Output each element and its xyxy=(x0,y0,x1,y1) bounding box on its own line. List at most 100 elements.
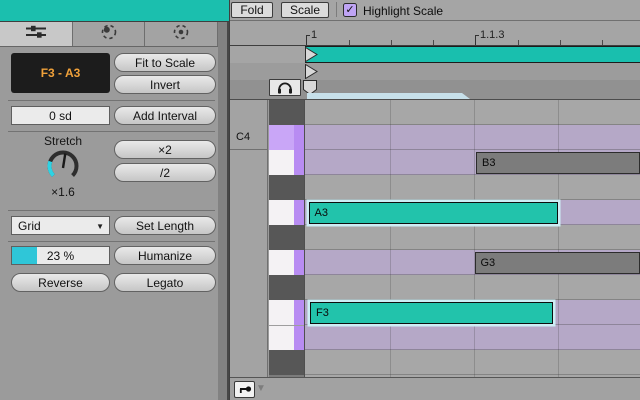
marker-lane[interactable] xyxy=(230,63,640,80)
pitch-range-display[interactable]: F3 - A3 xyxy=(11,53,110,93)
key-track-toggle-button[interactable] xyxy=(234,381,255,398)
ruler-tick-major xyxy=(475,35,479,45)
set-length-button[interactable]: Set Length xyxy=(114,216,216,235)
stretch-x2-button[interactable]: ×2 xyxy=(114,140,216,159)
grid-line xyxy=(474,100,475,377)
row-dsharp3[interactable] xyxy=(305,350,640,375)
humanize-amount-slider[interactable]: 23 % xyxy=(11,246,110,265)
stretch-div2-button[interactable]: /2 xyxy=(114,163,216,182)
key-e3[interactable] xyxy=(269,325,304,350)
midi-note-b3[interactable]: B3 xyxy=(476,152,640,174)
headphone-icon xyxy=(277,81,293,94)
key-icon xyxy=(238,384,252,395)
preview-headphone-button[interactable] xyxy=(269,79,301,96)
grid-dropdown[interactable]: Grid ▼ xyxy=(11,216,110,235)
key-dsharp3[interactable] xyxy=(269,350,304,375)
grid-dropdown-value: Grid xyxy=(18,219,41,233)
key-g3[interactable] xyxy=(269,250,304,275)
divider xyxy=(8,131,215,132)
key-asharp3[interactable] xyxy=(269,175,304,200)
scale-stripe xyxy=(294,200,304,225)
scale-stripe xyxy=(294,150,304,175)
fold-button[interactable]: Fold xyxy=(231,2,273,18)
beat-time-ruler[interactable]: 1 1.1.3 xyxy=(230,21,640,46)
ruler-tick xyxy=(433,40,434,45)
dashed-circle-dot-icon xyxy=(100,23,118,46)
loop-start-marker-icon[interactable] xyxy=(305,64,318,79)
key-b3[interactable] xyxy=(269,150,304,175)
highlight-scale-checkbox[interactable]: ✓ xyxy=(343,3,357,17)
midi-note-a3-selected[interactable]: A3 xyxy=(309,202,558,224)
scale-button[interactable]: Scale xyxy=(281,2,329,18)
ruler-tick-major xyxy=(306,35,310,45)
humanize-button[interactable]: Humanize xyxy=(114,246,216,265)
row-e3[interactable] xyxy=(305,325,640,350)
piano-key-column xyxy=(269,100,305,377)
check-icon: ✓ xyxy=(345,5,354,16)
clip-scrub-lane[interactable] xyxy=(230,80,640,100)
reverse-button[interactable]: Reverse xyxy=(11,273,110,292)
midi-tools-tabbar xyxy=(0,22,218,47)
divider xyxy=(8,100,215,101)
midi-note-g3[interactable]: G3 xyxy=(475,252,640,274)
legato-button[interactable]: Legato xyxy=(114,273,216,292)
key-gsharp3[interactable] xyxy=(269,225,304,250)
ruler-label: 1.1.3 xyxy=(480,29,504,41)
scale-stripe xyxy=(294,125,304,150)
note-name-column[interactable]: C4 xyxy=(230,100,268,377)
loop-bar[interactable] xyxy=(230,46,640,63)
tab-generate[interactable] xyxy=(73,22,146,46)
octave-label: C4 xyxy=(236,131,250,143)
ruler-label: 1 xyxy=(311,29,317,41)
add-interval-button[interactable]: Add Interval xyxy=(114,106,216,125)
chevron-down-icon: ▼ xyxy=(256,383,266,394)
key-c4-root[interactable] xyxy=(269,125,304,150)
octave-divider-line xyxy=(230,149,268,150)
key-csharp4[interactable] xyxy=(269,100,304,125)
ruler-tick xyxy=(391,40,392,45)
divider xyxy=(8,241,215,242)
piano-roll-toolbar: Fold Scale ✓ Highlight Scale xyxy=(230,0,640,21)
clip-length-bar[interactable] xyxy=(307,93,471,99)
chevron-down-icon: ▼ xyxy=(96,222,104,231)
sliders-icon xyxy=(25,24,47,44)
panel-divider-strip xyxy=(218,22,229,400)
highlight-scale-label: Highlight Scale xyxy=(363,4,443,18)
tab-utilities[interactable] xyxy=(145,22,218,46)
row-gsharp3[interactable] xyxy=(305,225,640,250)
humanize-fill-bar xyxy=(12,247,37,264)
grid-line xyxy=(390,100,391,377)
loop-region[interactable] xyxy=(305,46,640,63)
scale-stripe xyxy=(294,326,304,350)
row-csharp4[interactable] xyxy=(305,100,640,125)
ruler-tick xyxy=(560,40,561,45)
grid-line xyxy=(558,100,559,377)
interval-value-field[interactable]: 0 sd xyxy=(11,106,110,125)
scale-stripe xyxy=(294,250,304,275)
row-c4[interactable] xyxy=(305,125,640,150)
ruler-tick xyxy=(518,40,519,45)
stretch-value[interactable]: ×1.6 xyxy=(22,185,104,199)
divider xyxy=(8,210,215,211)
ableton-midi-editor: F3 - A3 Fit to Scale Invert 0 sd Add Int… xyxy=(0,0,640,400)
key-fsharp3[interactable] xyxy=(269,275,304,300)
fit-to-scale-button[interactable]: Fit to Scale xyxy=(114,53,216,72)
clip-color-strip xyxy=(0,0,229,22)
note-grid[interactable]: B3 A3 G3 F3 xyxy=(305,100,640,377)
key-a3[interactable] xyxy=(269,200,304,225)
target-dot-icon xyxy=(172,23,190,46)
ruler-tick xyxy=(602,40,603,45)
row-asharp3[interactable] xyxy=(305,175,640,200)
invert-button[interactable]: Invert xyxy=(114,75,216,94)
toolbar-separator xyxy=(336,2,337,17)
start-marker-icon[interactable] xyxy=(305,47,318,62)
humanize-amount-value: 23 % xyxy=(47,249,74,263)
scale-stripe xyxy=(294,300,304,325)
key-f3[interactable] xyxy=(269,300,304,325)
transform-panel: F3 - A3 Fit to Scale Invert 0 sd Add Int… xyxy=(0,47,218,400)
midi-note-f3-selected[interactable]: F3 xyxy=(310,302,553,324)
ruler-tick xyxy=(349,40,350,45)
bottom-scroll-bar[interactable]: ▼ xyxy=(230,377,640,400)
row-fsharp3[interactable] xyxy=(305,275,640,300)
tab-transform[interactable] xyxy=(0,22,73,46)
